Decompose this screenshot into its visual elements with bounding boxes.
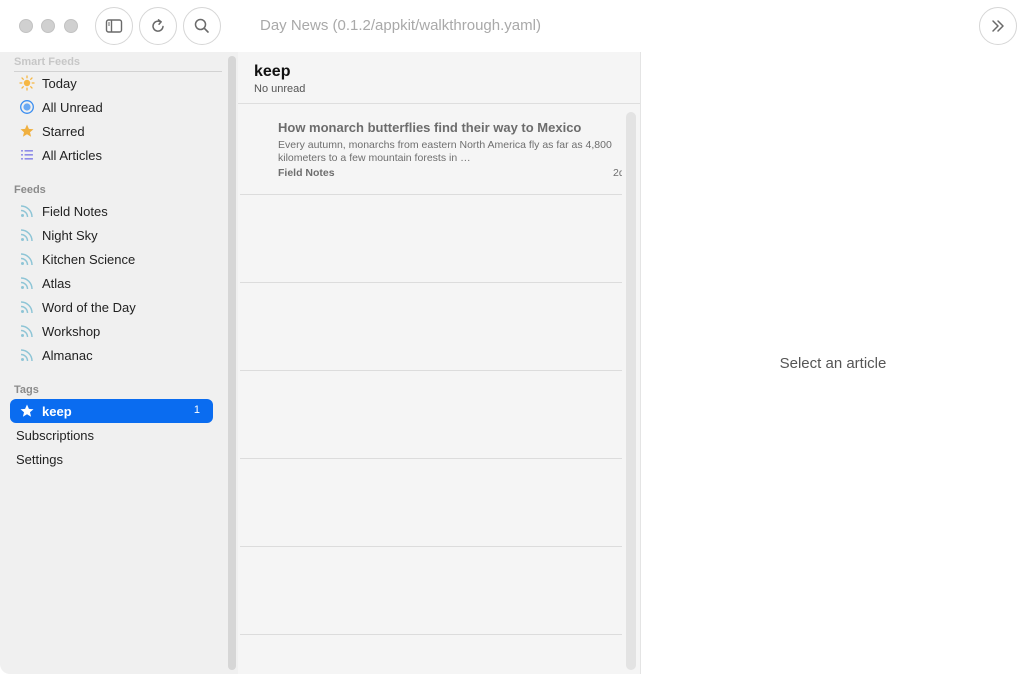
empty-row xyxy=(240,547,622,635)
sidebar-item-feed[interactable]: Night Sky xyxy=(10,223,213,247)
sidebar-item-label: Field Notes xyxy=(42,203,108,219)
rss-icon xyxy=(19,203,35,219)
sidebar-item-label: Kitchen Science xyxy=(42,251,136,267)
empty-row xyxy=(240,283,622,371)
star-icon xyxy=(19,123,35,139)
section-header-tags: Tags xyxy=(14,384,39,396)
article-list: keep No unread How monarch butterflies f… xyxy=(238,52,640,674)
list-subtitle: No unread xyxy=(254,83,306,95)
window-title: Day News (0.1.2/appkit/walkthrough.yaml) xyxy=(260,17,541,34)
sidebar-item-label: Word of the Day xyxy=(42,299,136,315)
rss-icon xyxy=(19,275,35,291)
sidebar-item-feed[interactable]: Kitchen Science xyxy=(10,247,213,271)
empty-row xyxy=(240,371,622,459)
section-header-smart-feeds: Smart Feeds xyxy=(14,56,81,68)
sidebar-item-all-unread[interactable]: All Unread xyxy=(10,95,213,119)
empty-row xyxy=(240,459,622,547)
sidebar-item-feed[interactable]: Field Notes xyxy=(10,199,213,223)
sidebar-item-label: All Articles xyxy=(42,147,102,163)
sidebar-item-all-articles[interactable]: All Articles xyxy=(10,143,213,167)
sidebar-item-label: Workshop xyxy=(42,323,101,339)
article-detail: Select an article xyxy=(640,52,1024,674)
section-header-feeds: Feeds xyxy=(14,184,46,196)
sidebar-scrollbar[interactable] xyxy=(226,52,238,674)
article-list-header: keep No unread xyxy=(238,52,640,104)
sun-icon xyxy=(19,75,35,91)
sidebar-item-feed[interactable]: Almanac xyxy=(10,343,213,367)
sidebar-toggle-icon xyxy=(105,19,123,33)
rss-icon xyxy=(19,227,35,243)
titlebar: Day News (0.1.2/appkit/walkthrough.yaml) xyxy=(0,0,1024,52)
star-icon xyxy=(19,403,35,419)
minimize-window-button[interactable] xyxy=(41,19,55,33)
sidebar-item-today[interactable]: Today xyxy=(10,71,213,95)
zoom-window-button[interactable] xyxy=(64,19,78,33)
sidebar-item-label: keep xyxy=(42,403,72,419)
unread-circle-icon xyxy=(19,99,35,115)
sidebar-item-feed[interactable]: Atlas xyxy=(10,271,213,295)
article-row[interactable]: How monarch butterflies find their way t… xyxy=(240,107,622,195)
chevron-double-right-icon xyxy=(992,20,1004,32)
rss-icon xyxy=(19,299,35,315)
toggle-inspector-button[interactable] xyxy=(979,7,1017,45)
article-list-scrollbar[interactable] xyxy=(626,112,636,670)
sidebar-item-starred[interactable]: Starred xyxy=(10,119,213,143)
article-summary: Every autumn, monarchs from eastern Nort… xyxy=(278,139,612,164)
sidebar-item-label: Starred xyxy=(42,123,85,139)
sidebar-item-feed[interactable]: Workshop xyxy=(10,319,213,343)
article-date: 2d xyxy=(613,167,622,179)
refresh-icon xyxy=(152,19,164,32)
close-window-button[interactable] xyxy=(19,19,33,33)
refresh-button[interactable] xyxy=(139,7,177,45)
empty-row xyxy=(240,195,622,283)
article-title: How monarch butterflies find their way t… xyxy=(278,120,582,135)
article-feed-name: Field Notes xyxy=(278,167,335,179)
sidebar-item-label: All Unread xyxy=(42,99,103,115)
scrollbar-thumb[interactable] xyxy=(228,56,236,670)
unread-count-badge: 1 xyxy=(193,404,200,416)
sidebar-item-feed[interactable]: Word of the Day xyxy=(10,295,213,319)
toggle-sidebar-button[interactable] xyxy=(95,7,133,45)
sidebar-item-tag-keep[interactable]: keep 1 xyxy=(10,399,213,423)
rss-icon xyxy=(19,347,35,363)
list-title: keep xyxy=(254,63,291,80)
sidebar-item-label: Today xyxy=(42,75,77,91)
sidebar-item-settings[interactable]: Settings xyxy=(16,452,63,467)
sidebar-item-label: Atlas xyxy=(42,275,71,291)
search-button[interactable] xyxy=(183,7,221,45)
rss-icon xyxy=(19,251,35,267)
search-icon xyxy=(194,18,209,33)
sidebar-item-label: Night Sky xyxy=(42,227,98,243)
rss-icon xyxy=(19,323,35,339)
sidebar-item-label: Almanac xyxy=(42,347,93,363)
list-icon xyxy=(19,147,35,163)
empty-state-text: Select an article xyxy=(779,355,887,372)
sidebar: Smart Feeds Today All Unread Starred All… xyxy=(0,52,226,674)
sidebar-item-subscriptions[interactable]: Subscriptions xyxy=(16,428,94,443)
